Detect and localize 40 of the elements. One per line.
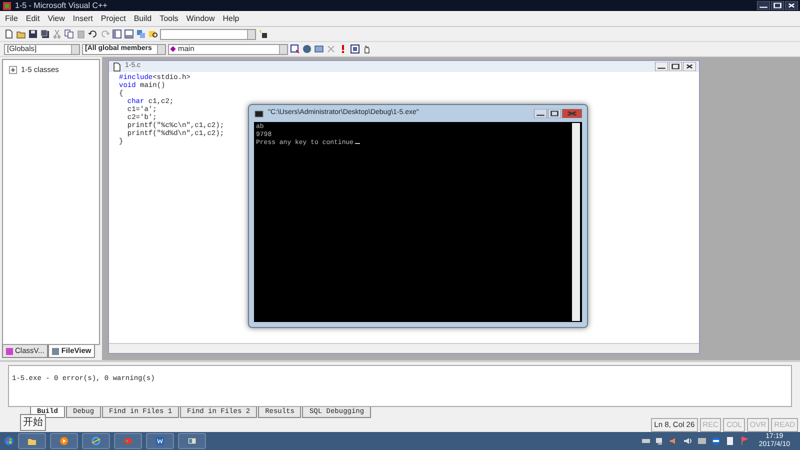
open-folder-icon[interactable] [16,29,26,39]
menu-item[interactable]: Build [134,12,152,24]
media-player-icon[interactable] [59,436,69,446]
volume-icon[interactable] [682,436,693,446]
new-file-icon[interactable] [4,29,14,39]
menu-item[interactable]: File [5,12,18,24]
minimize-button[interactable] [534,109,547,118]
undo-icon[interactable] [88,29,98,39]
horizontal-scrollbar[interactable] [109,343,699,353]
save-all-icon[interactable] [40,29,50,39]
close-button[interactable] [785,1,798,10]
vertical-scrollbar[interactable] [572,123,580,321]
window-title: 1-5 - Microsoft Visual C++ [15,0,108,12]
maximize-button[interactable] [548,109,561,118]
output-window-icon[interactable] [124,29,134,39]
workspace-icon[interactable] [112,29,122,39]
app-icon [2,0,12,10]
expand-icon[interactable] [9,66,17,74]
minimize-button[interactable] [655,62,668,71]
word-icon[interactable] [155,436,165,446]
save-icon[interactable] [28,29,38,39]
maximize-button[interactable] [669,62,682,71]
start-orb-icon[interactable] [4,436,14,446]
menu-item[interactable]: Help [222,12,240,24]
folder-icon[interactable] [27,436,37,446]
menu-item[interactable]: Project [100,12,126,24]
tooltip: 开始 [20,414,46,431]
browser-icon[interactable] [91,436,101,446]
minimize-button[interactable] [757,1,770,10]
maximize-button[interactable] [771,1,784,10]
menu-item[interactable]: Edit [26,12,40,24]
menu-item[interactable]: Window [186,12,215,24]
copy-icon[interactable] [64,29,74,39]
menu-item[interactable]: Tools [160,12,178,24]
menu-item[interactable]: Insert [72,12,93,24]
close-button[interactable] [683,62,696,71]
menu-item[interactable]: View [48,12,65,24]
console-icon [254,108,264,118]
ide-window-icon[interactable] [187,436,197,446]
text-cursor [354,143,360,144]
